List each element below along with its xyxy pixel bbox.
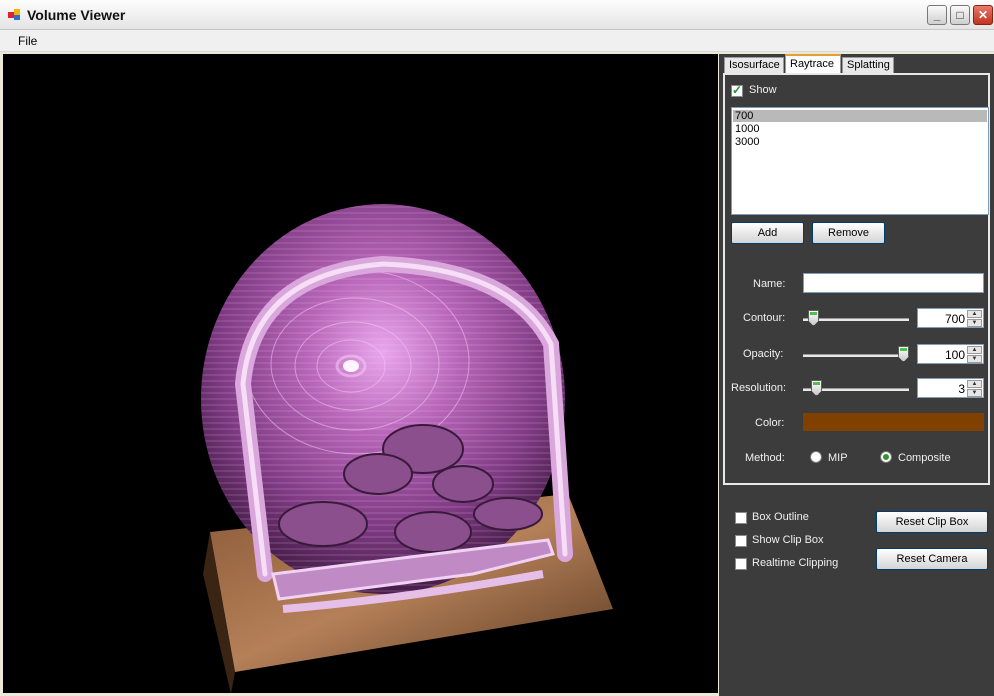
resolution-value: 3 — [958, 382, 965, 396]
name-input[interactable] — [803, 273, 984, 293]
color-swatch[interactable] — [803, 413, 984, 431]
maximize-icon[interactable]: □ — [950, 5, 970, 25]
show-clip-box-label: Show Clip Box — [752, 534, 824, 546]
name-label: Name: — [753, 278, 786, 290]
opacity-value: 100 — [944, 348, 965, 362]
remove-button[interactable]: Remove — [812, 222, 885, 244]
list-item[interactable]: 3000 — [733, 136, 987, 148]
list-item[interactable]: 700 — [733, 110, 987, 122]
stepper-down-icon[interactable]: ▼ — [967, 355, 982, 363]
reset-clip-box-button[interactable]: Reset Clip Box — [876, 511, 988, 533]
method-composite-radio[interactable] — [880, 451, 892, 463]
volume-viewport[interactable] — [3, 54, 718, 693]
control-panel: Isosurface Splatting Raytrace Show 700 1… — [719, 54, 994, 696]
opacity-slider-thumb[interactable] — [898, 346, 909, 362]
stepper-up-icon[interactable]: ▲ — [967, 310, 982, 318]
add-button[interactable]: Add — [731, 222, 804, 244]
contour-list[interactable]: 700 1000 3000 — [731, 107, 989, 215]
minimize-icon[interactable]: _ — [927, 5, 947, 25]
stepper-down-icon[interactable]: ▼ — [967, 319, 982, 327]
realtime-clipping-label: Realtime Clipping — [752, 557, 839, 569]
show-label: Show — [749, 84, 777, 96]
window-title: Volume Viewer — [27, 7, 126, 23]
box-outline-label: Box Outline — [752, 511, 809, 523]
resolution-label: Resolution: — [731, 382, 787, 394]
stepper-up-icon[interactable]: ▲ — [967, 380, 982, 388]
opacity-label: Opacity: — [743, 348, 784, 360]
stepper-down-icon[interactable]: ▼ — [967, 389, 982, 397]
realtime-clipping-checkbox[interactable] — [735, 558, 747, 570]
list-item[interactable]: 1000 — [733, 123, 987, 135]
color-label: Color: — [755, 417, 785, 429]
opacity-slider-track[interactable] — [803, 354, 909, 357]
contour-slider-thumb[interactable] — [808, 310, 819, 326]
stepper-up-icon[interactable]: ▲ — [967, 346, 982, 354]
contour-label: Contour: — [743, 312, 786, 324]
close-icon[interactable]: ✕ — [973, 5, 993, 25]
app-icon — [8, 9, 21, 20]
contour-stepper[interactable]: 700 ▲ ▼ — [917, 308, 984, 328]
tab-raytrace[interactable]: Raytrace — [785, 54, 841, 73]
rendered-volume-image — [201, 204, 613, 693]
resolution-slider-thumb[interactable] — [811, 380, 822, 396]
menu-file[interactable]: File — [18, 34, 37, 48]
method-mip-label: MIP — [828, 452, 848, 464]
method-label: Method: — [745, 452, 785, 464]
method-composite-label: Composite — [898, 452, 951, 464]
title-bar: Volume Viewer _ □ ✕ — [0, 0, 994, 30]
box-outline-checkbox[interactable] — [735, 512, 747, 524]
contour-value: 700 — [944, 312, 965, 326]
tab-isosurface[interactable]: Isosurface — [724, 57, 784, 73]
menu-bar: File — [0, 30, 994, 52]
resolution-stepper[interactable]: 3 ▲ ▼ — [917, 378, 984, 398]
opacity-stepper[interactable]: 100 ▲ ▼ — [917, 344, 984, 364]
show-clip-box-checkbox[interactable] — [735, 535, 747, 547]
tab-splatting[interactable]: Splatting — [842, 57, 894, 73]
method-mip-radio[interactable] — [810, 451, 822, 463]
show-checkbox[interactable] — [731, 83, 743, 97]
raytrace-tab-page: Show 700 1000 3000 Add Remove Name: Cont… — [723, 73, 990, 485]
reset-camera-button[interactable]: Reset Camera — [876, 548, 988, 570]
